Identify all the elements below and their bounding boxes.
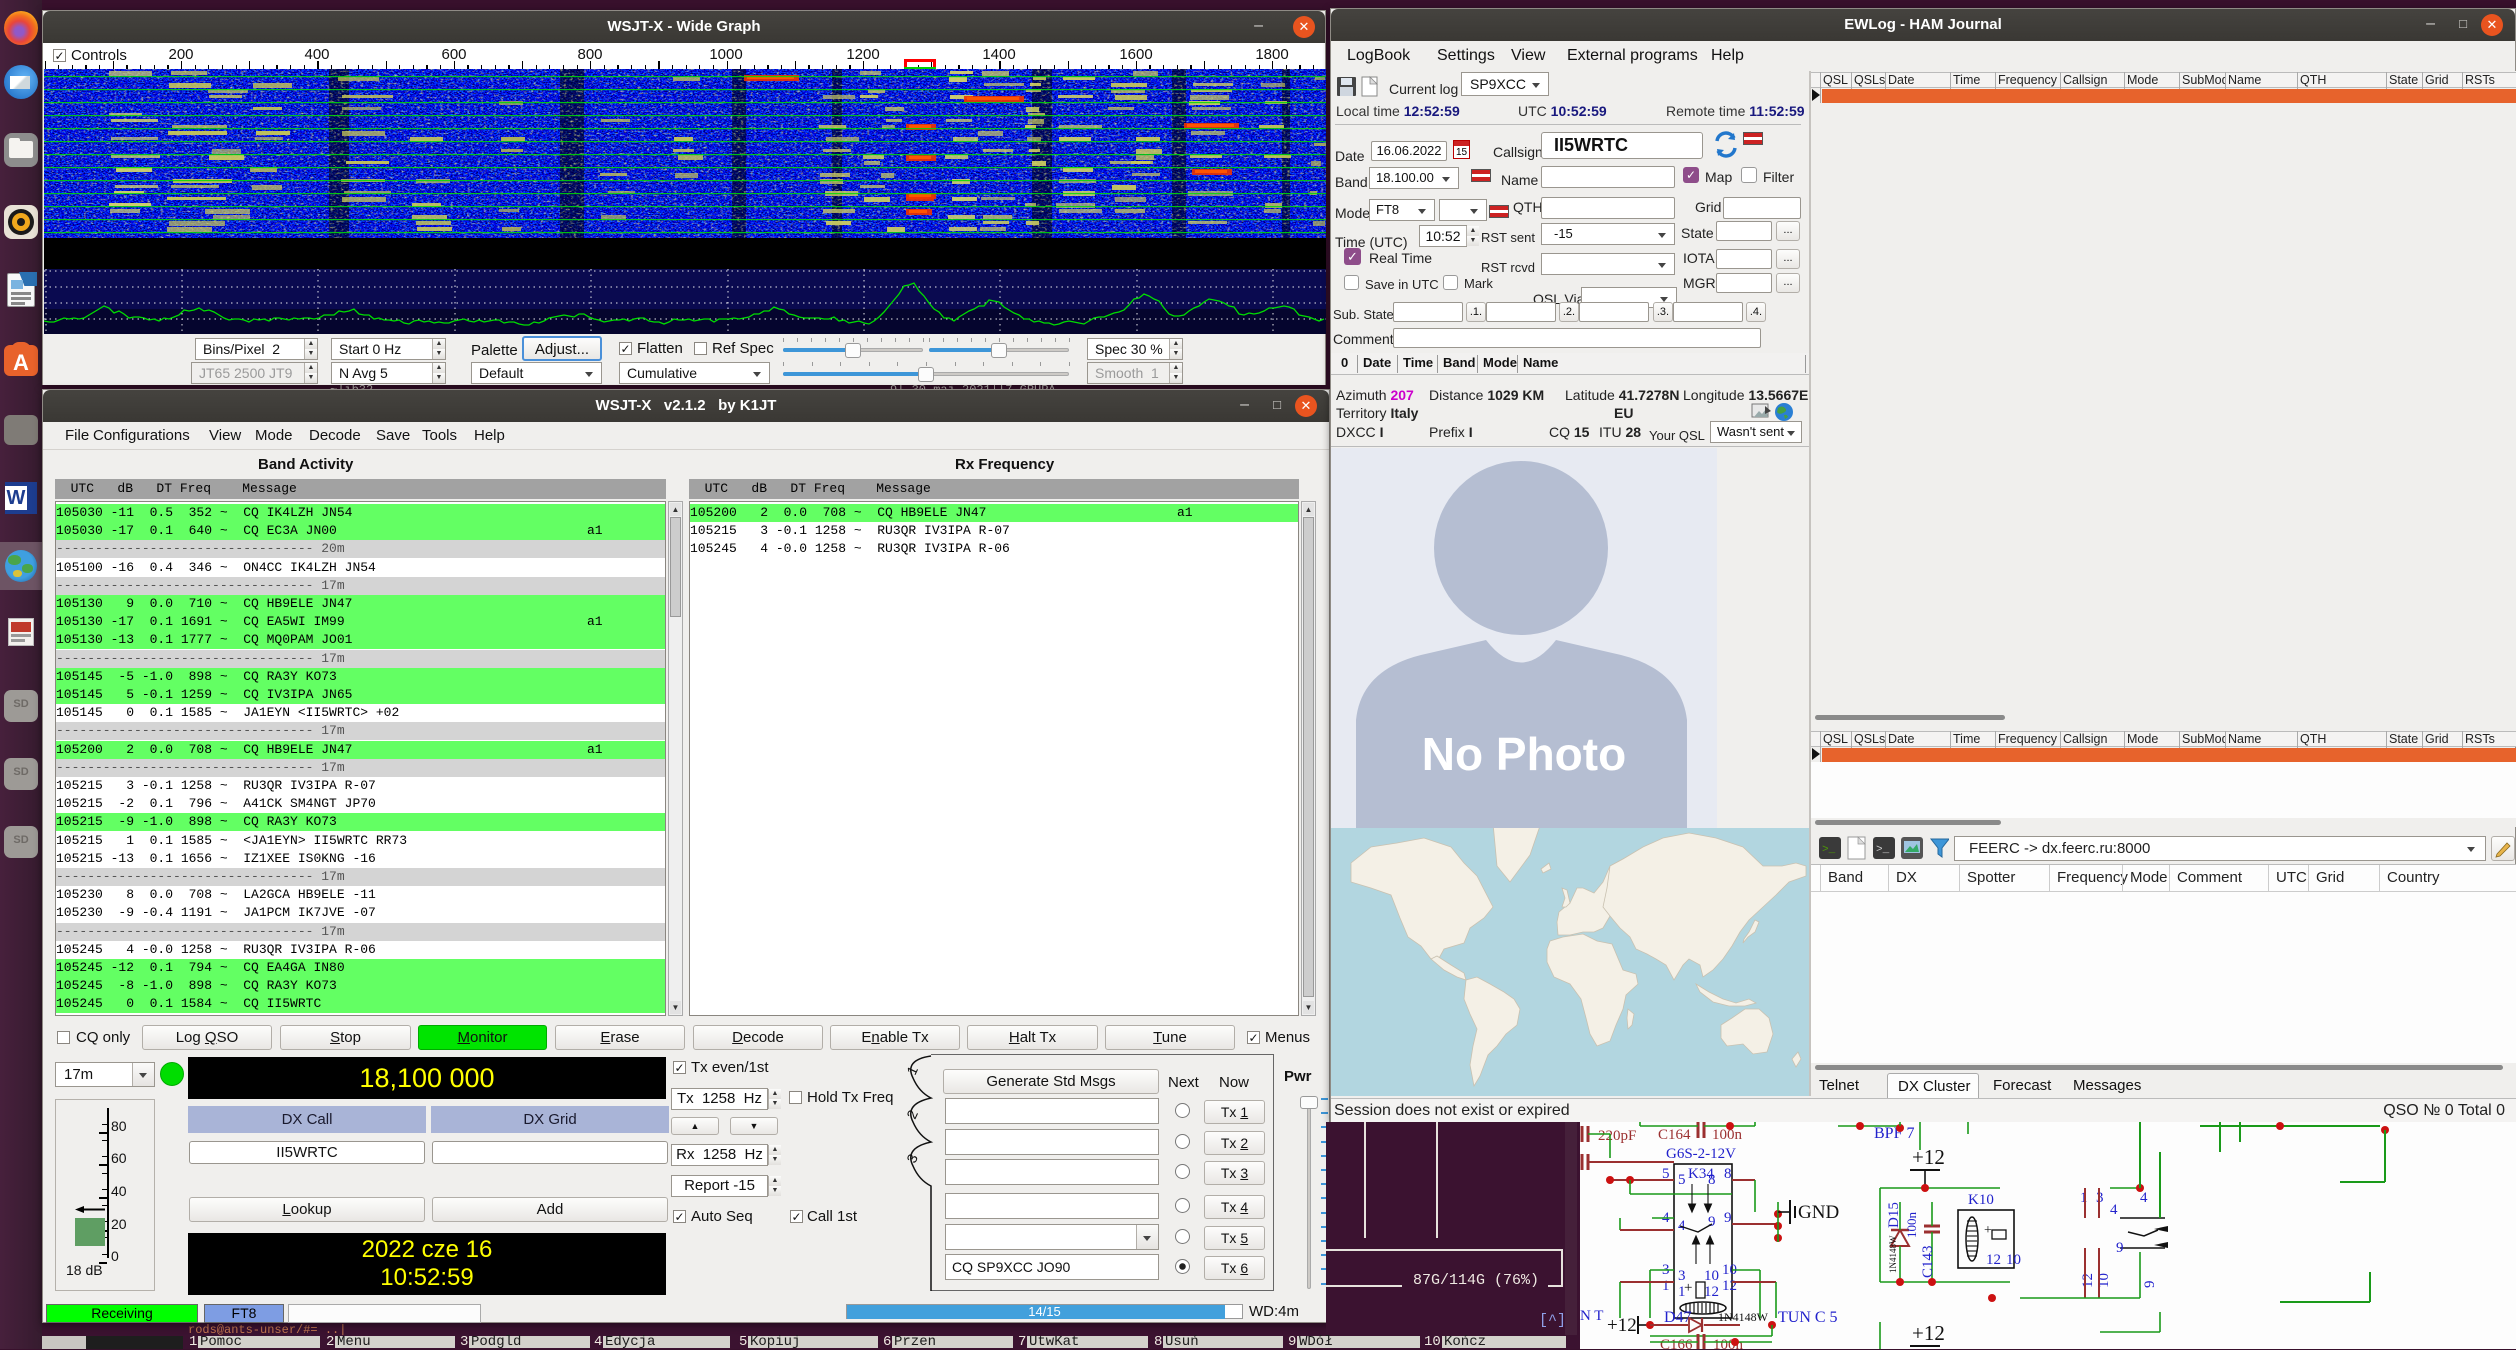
svg-text:8: 8 xyxy=(1724,1166,1732,1182)
svg-text:TUN C 5: TUN C 5 xyxy=(1778,1309,1838,1326)
svg-text:C164: C164 xyxy=(1658,1127,1691,1143)
svg-text:8: 8 xyxy=(1708,1172,1716,1188)
svg-text:10: 10 xyxy=(2006,1252,2021,1268)
svg-text:>_: >_ xyxy=(1822,844,1836,856)
svg-text:12: 12 xyxy=(1986,1252,2001,1268)
svg-text:1: 1 xyxy=(1662,1278,1670,1294)
svg-text:BPF 7: BPF 7 xyxy=(1874,1125,1914,1142)
svg-text:12: 12 xyxy=(2080,1273,2096,1288)
svg-text:+12: +12 xyxy=(1912,1321,1945,1345)
svg-text:GND: GND xyxy=(1798,1202,1839,1223)
svg-text:+12: +12 xyxy=(1912,1145,1945,1169)
svg-text:1N4148W: 1N4148W xyxy=(1888,1235,1898,1273)
svg-text:4: 4 xyxy=(2110,1202,2118,1218)
svg-text:C166: C166 xyxy=(1660,1337,1693,1349)
svg-text:N T: N T xyxy=(1580,1308,1603,1324)
svg-text:100n: 100n xyxy=(1904,1212,1919,1239)
svg-text:9: 9 xyxy=(2142,1281,2158,1289)
svg-text:220pF: 220pF xyxy=(1598,1128,1636,1144)
svg-text:12: 12 xyxy=(1704,1284,1719,1300)
svg-text:+12: +12 xyxy=(1607,1315,1637,1336)
svg-text:12: 12 xyxy=(1722,1278,1737,1294)
svg-text:100n: 100n xyxy=(1712,1127,1743,1143)
svg-text:+: + xyxy=(1984,1223,1992,1238)
svg-text:G6S-2-12V: G6S-2-12V xyxy=(1666,1146,1736,1162)
svg-text:1: 1 xyxy=(2080,1190,2088,1206)
svg-text:100n: 100n xyxy=(1713,1337,1744,1349)
svg-text:9: 9 xyxy=(1708,1214,1716,1230)
svg-text:>_: >_ xyxy=(1876,844,1890,856)
svg-text:No Photo: No Photo xyxy=(1422,728,1626,780)
svg-text:4: 4 xyxy=(2140,1190,2148,1206)
svg-text:1N4148W: 1N4148W xyxy=(1718,1310,1769,1324)
svg-text:9: 9 xyxy=(2116,1240,2124,1256)
svg-text:9: 9 xyxy=(1724,1210,1732,1226)
svg-text:5: 5 xyxy=(1678,1172,1686,1188)
svg-text:K10: K10 xyxy=(1968,1192,1994,1208)
svg-text:D47: D47 xyxy=(1664,1309,1692,1326)
svg-text:+: + xyxy=(1684,1280,1692,1296)
svg-text:C143: C143 xyxy=(1920,1245,1936,1278)
svg-text:10: 10 xyxy=(1704,1268,1719,1284)
